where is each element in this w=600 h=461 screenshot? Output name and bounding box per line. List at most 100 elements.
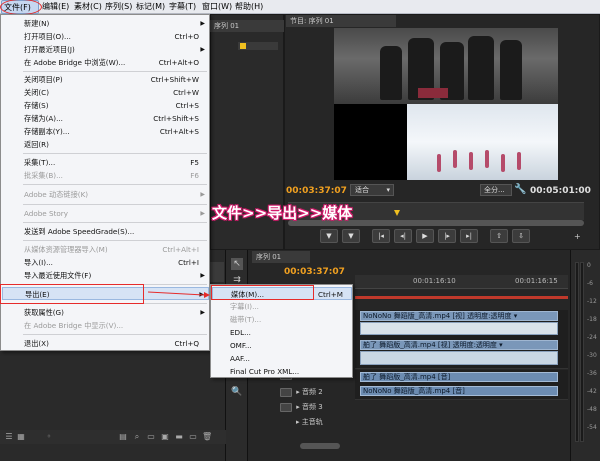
mark-in-button[interactable]: ▼ (320, 229, 338, 243)
folder-icon[interactable]: ▬ (174, 432, 184, 442)
audio-meter-scale-label: -42 (587, 388, 597, 395)
menu-item-adobe-story[interactable]: Adobe Story ▶ (2, 207, 209, 220)
file-menu-dropdown: 新建(N) ▶ 打开项目(O)... Ctrl+O 打开最近项目(J) ▶ 在 Ado… (0, 14, 210, 351)
menu-file[interactable]: 文件(F) (1, 0, 39, 14)
program-monitor-tab[interactable]: 节目: 序列 01 (286, 15, 396, 27)
menu-item-capture[interactable]: 采集(T)... F5 (2, 156, 209, 169)
audio-clip-2[interactable]: NoNoNo 舞蹈版_高清.mp4 [音] (360, 386, 558, 396)
menu-edit[interactable]: 编辑(E) (40, 0, 71, 14)
submenu-arrow-icon: ▶ (199, 291, 204, 298)
menu-item-import[interactable]: 导入(I)... Ctrl+I (2, 256, 209, 269)
menu-sequence[interactable]: 序列(S) (103, 0, 134, 14)
icon-view-icon[interactable]: ▦ (16, 432, 26, 442)
trash-icon[interactable]: 🗑 (202, 432, 212, 442)
menu-separator (23, 71, 207, 72)
track-header-master: ▸ 主音轨 (280, 415, 354, 429)
menu-item-send-speedgrade[interactable]: 发送到 Adobe SpeedGrade(S)... (2, 225, 209, 238)
automate-icon[interactable]: ▤ (118, 432, 128, 442)
menu-item-label: 退出(X) (24, 339, 49, 348)
step-back-icon[interactable]: ◂| (394, 229, 412, 243)
quality-dropdown[interactable]: 全分... (480, 184, 512, 196)
submenu-item-tape[interactable]: 磁带(T)... (212, 313, 352, 326)
menu-item-import-media-browser[interactable]: 从媒体资源管理器导入(M) Ctrl+Alt+I (2, 243, 209, 256)
menu-item-batch-capture[interactable]: 批采集(B)... F6 (2, 169, 209, 182)
plus-icon[interactable]: + (574, 232, 584, 242)
audio-meter-scale-label: -18 (587, 316, 597, 323)
extract-button[interactable]: ⇩ (512, 229, 530, 243)
speaker-icon[interactable] (280, 387, 292, 397)
menu-item-save-as[interactable]: 存储为(A)... Ctrl+Shift+S (2, 112, 209, 125)
timeline-zoom-scrollbar[interactable] (300, 443, 340, 449)
menu-separator (23, 204, 207, 205)
mark-out-button[interactable]: ▼ (342, 229, 360, 243)
video-lower-layer (407, 104, 558, 180)
menu-item-shortcut: Ctrl+Alt+I (162, 245, 199, 254)
menu-item-exit[interactable]: 退出(X) Ctrl+Q (2, 337, 209, 350)
submenu-item-edl[interactable]: EDL... (212, 326, 352, 339)
zoom-tool-icon[interactable]: 🔍 (231, 386, 243, 398)
menu-window[interactable]: 窗口(W) (200, 0, 234, 14)
track-name-master: 主音轨 (301, 418, 323, 426)
menu-title[interactable]: 字幕(T) (167, 0, 198, 14)
menu-item-shortcut: Ctrl+Alt+S (159, 127, 199, 136)
speaker-icon[interactable] (280, 402, 292, 412)
menu-item-close[interactable]: 关闭(C) Ctrl+W (2, 86, 209, 99)
video-clip-lower[interactable]: 舶了 舞蹈版_高清.mp4 [视] 透明度:透明度 ▾ (360, 340, 558, 350)
timeline-ruler[interactable]: 00:01:16:10 00:01:16:15 (355, 275, 568, 289)
go-to-in-icon[interactable]: |◂ (372, 229, 390, 243)
menu-item-close-project[interactable]: 关闭项目(P) Ctrl+Shift+W (2, 73, 209, 86)
project-scroll-arrows[interactable] (210, 262, 224, 282)
dancer-small (469, 152, 473, 170)
video-clip-upper[interactable]: NoNoNo 舞蹈版_高清.mp4 [视] 透明度:透明度 ▾ (360, 311, 558, 321)
menu-item-label: 导出(E) (25, 290, 50, 299)
list-view-icon[interactable]: ☰ (4, 432, 14, 442)
menu-item-new[interactable]: 新建(N) ▶ (2, 17, 209, 30)
menu-clip[interactable]: 素材(C) (72, 0, 104, 14)
program-monitor-tab-label: 节目: 序列 01 (290, 17, 334, 25)
lift-button[interactable]: ⇧ (490, 229, 508, 243)
menu-item-import-recent[interactable]: 导入最近使用文件(F) ▶ (2, 269, 209, 282)
menu-item-dynamic-link[interactable]: Adobe 动态链接(K) ▶ (2, 188, 209, 201)
menu-marker[interactable]: 标记(M) (134, 0, 167, 14)
submenu-arrow-icon: ▶ (200, 191, 205, 198)
timeline-timecode[interactable]: 00:03:37:07 (284, 267, 345, 277)
menu-item-get-properties[interactable]: 获取属性(G) ▶ (2, 306, 209, 319)
menu-item-shortcut: Ctrl+I (178, 258, 199, 267)
menu-item-browse-bridge[interactable]: 在 Adobe Bridge 中浏览(W)... Ctrl+Alt+O (2, 56, 209, 69)
menu-separator (23, 153, 207, 154)
track-name-a2: 音频 2 (301, 388, 323, 396)
menu-item-save[interactable]: 存储(S) Ctrl+S (2, 99, 209, 112)
timeline-tab[interactable]: 序列 01 (252, 251, 310, 263)
menu-item-label: Adobe Story (24, 209, 69, 218)
selection-tool-icon[interactable]: ↖ (231, 258, 243, 270)
menu-item-reveal-bridge[interactable]: 在 Adobe Bridge 中显示(V)... (2, 319, 209, 332)
menu-item-open-project[interactable]: 打开项目(O)... Ctrl+O (2, 30, 209, 43)
menu-item-revert[interactable]: 返回(R) (2, 138, 209, 151)
wrench-icon[interactable]: 🔧 (514, 184, 526, 196)
go-to-out-icon[interactable]: ▸| (460, 229, 478, 243)
menu-item-label: Adobe 动态链接(K) (24, 190, 89, 199)
menu-item-save-copy[interactable]: 存储副本(Y)... Ctrl+Alt+S (2, 125, 209, 138)
menu-item-open-recent-project[interactable]: 打开最近项目(J) ▶ (2, 43, 209, 56)
submenu-item-fcp-xml[interactable]: Final Cut Pro XML... (212, 365, 352, 378)
submenu-item-title[interactable]: 字幕(I)... (212, 300, 352, 313)
menu-item-label: 存储(S) (24, 101, 49, 110)
zoom-slider-icon[interactable]: ◦ (44, 432, 54, 442)
play-icon[interactable]: ▶ (416, 229, 434, 243)
menu-help[interactable]: 帮助(H) (233, 0, 265, 14)
step-forward-icon[interactable]: |▸ (438, 229, 456, 243)
program-timecode[interactable]: 00:03:37:07 (286, 186, 347, 196)
project-panel-tab[interactable]: 序列 01 (210, 20, 284, 32)
menu-item-export[interactable]: 导出(E) ▶ (2, 287, 209, 300)
submenu-item-aaf[interactable]: AAF... (212, 352, 352, 365)
find-icon[interactable]: ⌕ (132, 432, 142, 442)
dancer-figure (500, 40, 522, 100)
audio-meter-scale-label: -36 (587, 370, 597, 377)
new-item-icon[interactable]: ▣ (160, 432, 170, 442)
submenu-item-omf[interactable]: OMF... (212, 339, 352, 352)
clear-icon[interactable]: ▭ (188, 432, 198, 442)
audio-clip-1[interactable]: 舶了 舞蹈版_高清.mp4 [音] (360, 372, 558, 382)
fit-dropdown[interactable]: 适合 ▾ (350, 184, 394, 196)
submenu-item-media[interactable]: 媒体(M)... Ctrl+M (212, 287, 352, 300)
new-bin-icon[interactable]: ▭ (146, 432, 156, 442)
